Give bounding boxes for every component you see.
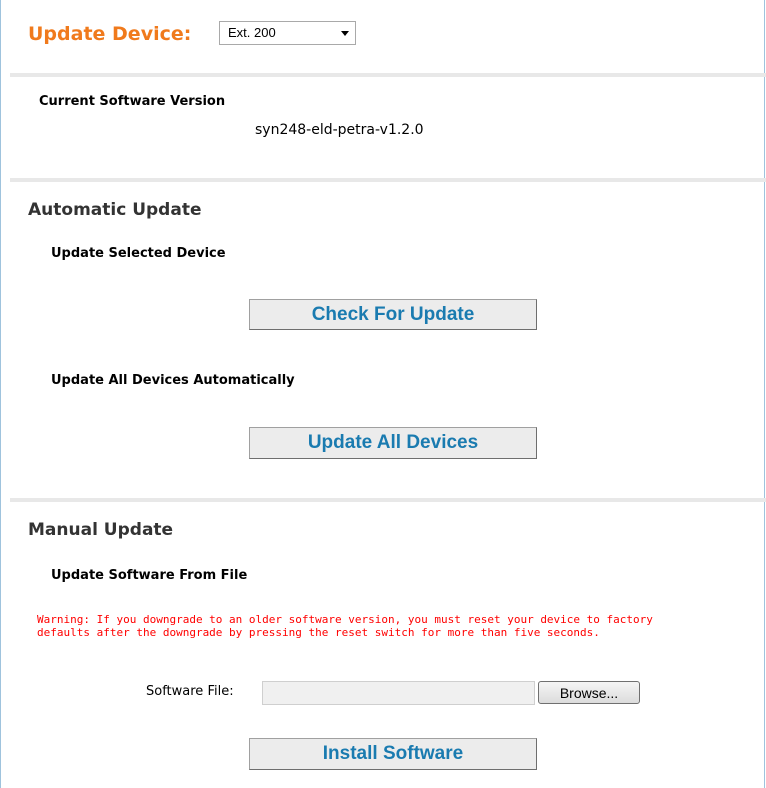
update-selected-label: Update Selected Device: [51, 246, 226, 261]
device-select[interactable]: Ext. 200: [219, 21, 356, 45]
automatic-update-title: Automatic Update: [28, 200, 202, 220]
section-divider: [10, 178, 766, 182]
current-version-label: Current Software Version: [39, 94, 226, 109]
browse-button[interactable]: Browse...: [538, 681, 640, 704]
current-version-value: syn248-eld-petra-v1.2.0: [255, 122, 424, 138]
downgrade-warning: Warning: If you downgrade to an older so…: [37, 613, 653, 639]
software-file-label: Software File:: [146, 684, 234, 699]
section-divider: [10, 73, 766, 77]
update-all-devices-button[interactable]: Update All Devices: [249, 427, 537, 459]
content-frame: [0, 0, 765, 788]
dropdown-arrow-icon: [341, 31, 349, 36]
check-for-update-button[interactable]: Check For Update: [249, 299, 537, 330]
manual-update-title: Manual Update: [28, 520, 174, 540]
software-file-input[interactable]: [262, 681, 535, 705]
page-title: Update Device:: [28, 23, 192, 45]
update-from-file-label: Update Software From File: [51, 568, 248, 583]
update-all-label: Update All Devices Automatically: [51, 373, 295, 388]
install-software-button[interactable]: Install Software: [249, 738, 537, 770]
device-select-value: Ext. 200: [228, 25, 276, 40]
section-divider: [10, 498, 766, 502]
